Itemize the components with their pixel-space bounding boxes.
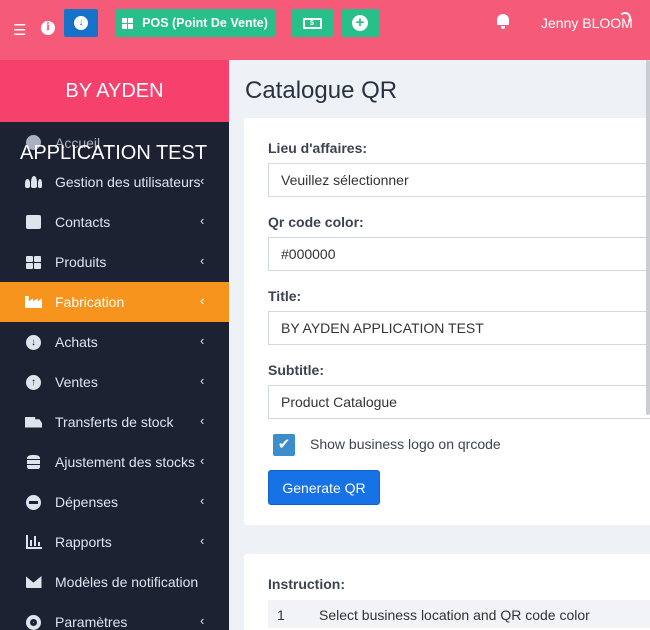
sidebar-item-label: Transferts de stock	[55, 414, 174, 430]
cog-icon	[25, 614, 42, 630]
instruction-number: 1	[277, 607, 285, 623]
add-button[interactable]: +	[341, 9, 379, 37]
spinner-icon	[619, 12, 631, 24]
sidebar-item-label: Ajustement des stocks	[55, 454, 196, 470]
chevron-left-icon: ‹	[200, 373, 205, 388]
chevron-left-icon: ‹	[200, 213, 205, 228]
instruction-row: 1 Select business location and QR code c…	[268, 600, 650, 628]
sidebar-item-label: Modèles de notification	[55, 574, 199, 590]
top-navbar: ☰ i ↓ POS (Point De Vente) $ + Jenny BLO…	[0, 0, 650, 60]
chevron-left-icon: ‹	[200, 533, 205, 548]
scrollbar[interactable]	[646, 60, 650, 415]
chevron-left-icon: ‹	[200, 413, 205, 428]
title-input[interactable]: BY AYDEN APPLICATION TEST	[268, 311, 650, 345]
minus-circle-icon	[25, 494, 42, 510]
pos-button[interactable]: POS (Point De Vente)	[115, 9, 275, 37]
chevron-left-icon: ‹	[200, 613, 205, 628]
chevron-left-icon: ‹	[200, 253, 205, 268]
subtitle-input[interactable]: Product Catalogue	[268, 385, 650, 419]
bar-chart-icon	[25, 534, 42, 550]
show-logo-label[interactable]: Show business logo on qrcode	[310, 436, 501, 452]
sidebar-item-depenses[interactable]: Dépenses ‹	[0, 482, 229, 522]
sidebar-item-rapports[interactable]: Rapports ‹	[0, 522, 229, 562]
sidebar-item-label: Fabrication	[55, 294, 125, 310]
arrow-circle-up-icon: ↑	[25, 374, 42, 390]
cubes-icon	[25, 254, 42, 270]
sidebar-item-modeles-notification[interactable]: Modèles de notification	[0, 562, 229, 602]
chevron-left-icon: ‹	[200, 493, 205, 508]
chevron-left-icon: ‹	[200, 333, 205, 348]
sidebar-item-ajustement[interactable]: Ajustement des stocks ‹	[0, 442, 229, 482]
sidebar-item-ventes[interactable]: ↑ Ventes ‹	[0, 362, 229, 402]
subtitle-label: Subtitle:	[268, 362, 324, 378]
sidebar-item-produits[interactable]: Produits ‹	[0, 242, 229, 282]
sidebar-item-achats[interactable]: ↓ Achats ‹	[0, 322, 229, 362]
sidebar-item-label: Achats	[55, 334, 98, 350]
sidebar-item-label: Ventes	[55, 374, 98, 390]
industry-icon	[25, 294, 42, 310]
qr-color-label: Qr code color:	[268, 214, 364, 230]
sidebar-item-contacts[interactable]: Contacts ‹	[0, 202, 229, 242]
pos-button-label: POS (Point De Vente)	[142, 16, 268, 30]
truck-icon	[25, 414, 42, 430]
sidebar-item-fabrication[interactable]: Fabrication ‹	[0, 282, 229, 322]
sidebar-item-label: Produits	[55, 254, 107, 270]
download-button[interactable]: ↓	[64, 9, 98, 37]
sidebar-item-label: Dépenses	[55, 494, 119, 510]
money-bill-icon: $	[302, 17, 322, 29]
location-select[interactable]: Veuillez sélectionner	[268, 163, 650, 197]
page-title: Catalogue QR	[245, 77, 398, 104]
app-title: APPLICATION TEST	[20, 142, 208, 164]
sidebar-item-label: Gestion des utilisateurs	[55, 174, 201, 190]
sidebar: BY AYDEN Accueil Gestion des utilisateur…	[0, 60, 229, 630]
database-icon	[25, 454, 42, 470]
instruction-text: Select business location and QR code col…	[319, 607, 590, 623]
address-book-icon	[25, 214, 42, 230]
hamburger-menu-icon[interactable]: ☰	[13, 21, 26, 39]
chevron-left-icon: ‹	[200, 293, 205, 308]
brand-logo[interactable]: BY AYDEN	[0, 60, 229, 122]
qr-color-input[interactable]: #000000	[268, 237, 650, 271]
qr-form-panel: Lieu d'affaires: Veuillez sélectionner Q…	[244, 118, 650, 525]
bell-icon[interactable]	[497, 14, 509, 29]
sidebar-item-label: Rapports	[55, 534, 112, 550]
instruction-panel: Instruction: 1 Select business location …	[244, 554, 650, 630]
sidebar-item-transferts[interactable]: Transferts de stock ‹	[0, 402, 229, 442]
arrow-circle-down-icon: ↓	[74, 16, 88, 30]
show-logo-checkbox[interactable]: ✔	[273, 434, 295, 456]
sidebar-item-label: Contacts	[55, 214, 111, 230]
plus-circle-icon: +	[352, 15, 368, 31]
envelope-icon	[25, 574, 42, 590]
arrow-circle-down-icon: ↓	[25, 334, 42, 350]
main-content: Catalogue QR Lieu d'affaires: Veuillez s…	[229, 60, 650, 630]
chevron-left-icon: ‹	[200, 453, 205, 468]
chevron-left-icon: ‹	[200, 173, 205, 188]
generate-qr-button[interactable]: Generate QR	[268, 470, 380, 505]
users-icon	[25, 174, 42, 190]
title-label: Title:	[268, 288, 302, 304]
sidebar-item-parametres[interactable]: Paramètres ‹	[0, 602, 229, 630]
sidebar-item-label: Paramètres	[55, 614, 128, 630]
cash-register-button[interactable]: $	[291, 9, 333, 37]
location-label: Lieu d'affaires:	[268, 140, 368, 156]
info-icon[interactable]: i	[41, 21, 55, 35]
instruction-title: Instruction:	[268, 576, 345, 592]
th-large-icon	[122, 17, 134, 29]
sidebar-item-users[interactable]: Gestion des utilisateurs ‹	[0, 162, 229, 202]
